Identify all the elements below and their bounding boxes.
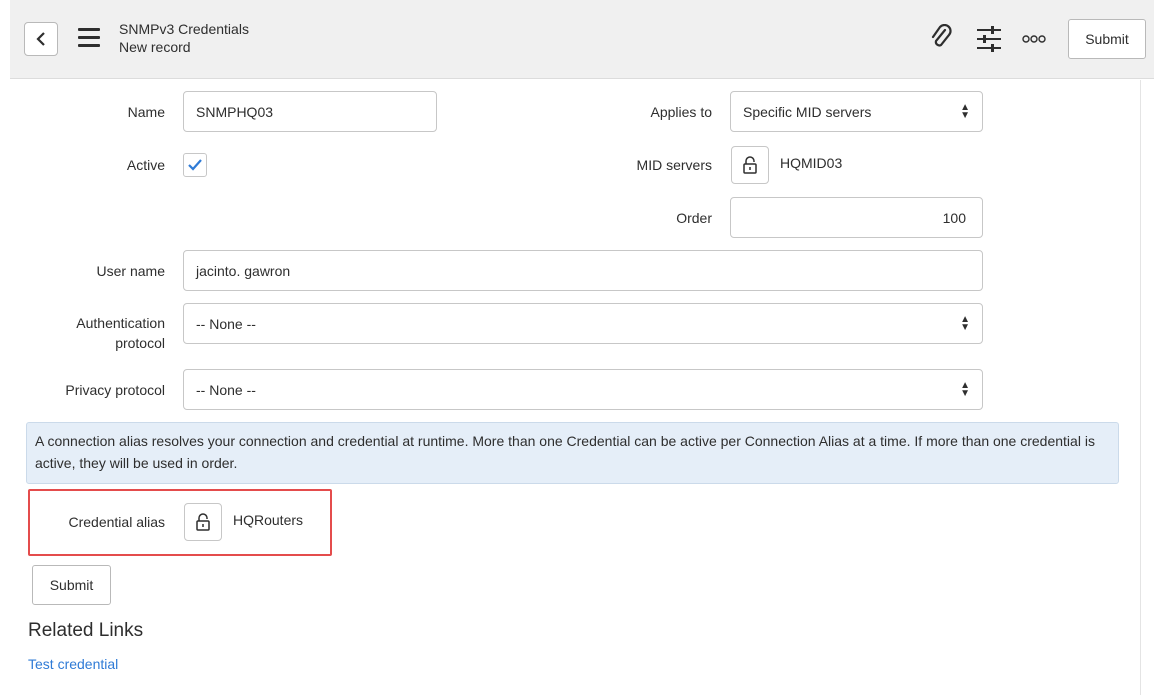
chevron-left-icon <box>36 32 45 46</box>
privacy-protocol-select[interactable]: -- None -- ▲ ▼ <box>183 369 983 410</box>
applies-to-label: Applies to <box>650 104 712 120</box>
applies-to-select[interactable]: Specific MID servers ▲ ▼ <box>730 91 983 132</box>
more-options-icon[interactable] <box>1022 34 1046 44</box>
privacy-protocol-value: -- None -- <box>196 381 256 398</box>
form-subtitle: New record <box>119 39 191 55</box>
mid-servers-value: HQMID03 <box>780 155 843 171</box>
related-links-heading: Related Links <box>28 620 144 641</box>
order-input[interactable]: 100 <box>730 197 983 238</box>
checkmark-icon <box>188 159 202 171</box>
unlock-icon <box>196 513 210 531</box>
back-button[interactable] <box>24 22 58 56</box>
paperclip-icon[interactable] <box>930 24 952 52</box>
select-arrows-icon: ▲ ▼ <box>960 379 970 399</box>
form-title: SNMPv3 Credentials <box>119 21 249 37</box>
unlock-icon <box>743 156 757 174</box>
order-label: Order <box>676 210 712 226</box>
auth-protocol-label-line1: Authentication <box>76 315 165 331</box>
name-label: Name <box>127 104 165 120</box>
auth-protocol-label-line2: protocol <box>115 335 165 351</box>
credential-alias-label: Credential alias <box>68 514 166 530</box>
credential-alias-value: HQRouters <box>233 512 304 528</box>
mid-servers-lock-button[interactable] <box>731 146 769 184</box>
scroll-track <box>1140 80 1141 695</box>
submit-button[interactable]: Submit <box>32 565 111 605</box>
auth-protocol-select[interactable]: -- None -- ▲ ▼ <box>183 303 983 344</box>
page-title: SNMPv3 Credentials New record <box>119 20 249 56</box>
auth-protocol-label: Authentication protocol <box>20 313 165 353</box>
username-input[interactable]: jacinto. gawron <box>183 250 983 291</box>
privacy-protocol-label: Privacy protocol <box>65 382 165 398</box>
active-label: Active <box>126 157 165 173</box>
personalize-form-icon[interactable] <box>976 25 1002 53</box>
info-message: A connection alias resolves your connect… <box>26 422 1119 484</box>
select-arrows-icon: ▲ ▼ <box>960 101 970 121</box>
form-header: SNMPv3 Credentials New record Submit <box>10 0 1154 79</box>
auth-protocol-value: -- None -- <box>196 315 256 332</box>
mid-servers-label: MID servers <box>636 157 712 173</box>
name-input[interactable]: SNMPHQ03 <box>183 91 437 132</box>
username-label: User name <box>96 263 165 279</box>
menu-icon[interactable] <box>78 28 100 48</box>
test-credential-link[interactable]: Test credential <box>28 656 118 672</box>
active-checkbox[interactable] <box>183 153 207 177</box>
select-arrows-icon: ▲ ▼ <box>960 313 970 333</box>
credential-alias-lock-button[interactable] <box>184 503 222 541</box>
applies-to-value: Specific MID servers <box>743 103 872 120</box>
header-submit-button[interactable]: Submit <box>1068 19 1146 59</box>
